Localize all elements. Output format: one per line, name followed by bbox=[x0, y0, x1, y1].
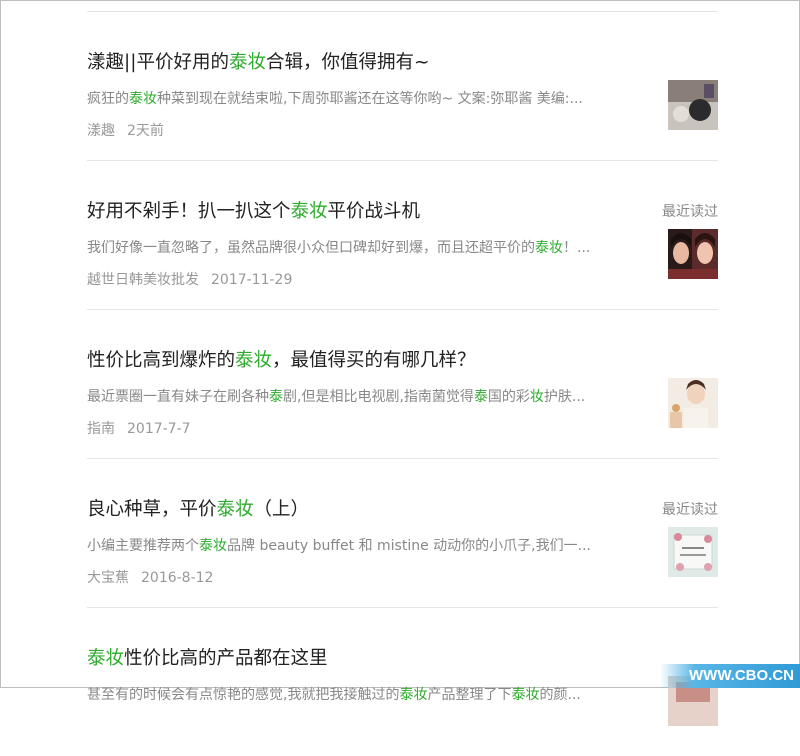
article-summary: 小编主要推荐两个泰妆品牌 beauty buffet 和 mistine 动动你… bbox=[87, 538, 591, 554]
article-source: 大宝蕉 bbox=[87, 570, 129, 586]
watermark: WWW.CBO.CN bbox=[660, 664, 800, 688]
article-meta: 越世日韩美妆批发 2017-11-29 bbox=[87, 269, 292, 289]
article-date: 2017-11-29 bbox=[211, 272, 293, 288]
article-title[interactable]: 漾趣||平价好用的泰妆合辑，你值得拥有~ bbox=[87, 48, 430, 74]
article-source: 漾趣 bbox=[87, 123, 115, 139]
article-thumbnail[interactable] bbox=[668, 527, 718, 577]
article-title[interactable]: 性价比高到爆炸的泰妆，最值得买的有哪几样？ bbox=[87, 346, 476, 372]
article-source: 越世日韩美妆批发 bbox=[87, 272, 199, 288]
article-thumbnail[interactable] bbox=[668, 80, 718, 130]
article-title[interactable]: 好用不剁手！扒一扒这个泰妆平价战斗机 bbox=[87, 197, 420, 223]
article-summary: 最近票圈一直有妹子在刷各种泰剧,但是相比电视剧,指南菌觉得泰国的彩妆护肤... bbox=[87, 389, 586, 405]
article-summary: 疯狂的泰妆种菜到现在就结束啦,下周弥耶酱还在这等你哟~ 文案:弥耶酱 美编:..… bbox=[87, 91, 583, 107]
list-item[interactable]: 漾趣||平价好用的泰妆合辑，你值得拥有~ 疯狂的泰妆种菜到现在就结束啦,下周弥耶… bbox=[87, 12, 718, 161]
recently-read-badge: 最近读过 bbox=[662, 502, 718, 518]
article-summary: 甚至有的时候会有点惊艳的感觉,我就把我接触过的泰妆产品整理了下泰妆的颜... bbox=[87, 687, 581, 703]
list-item[interactable]: 良心种草，平价泰妆（上） 最近读过 小编主要推荐两个泰妆品牌 beauty bu… bbox=[87, 459, 718, 608]
article-source: 指南 bbox=[87, 421, 115, 437]
article-meta: 大宝蕉 2016-8-12 bbox=[87, 567, 213, 587]
article-date: 2016-8-12 bbox=[141, 570, 214, 586]
list-item[interactable]: 好用不剁手！扒一扒这个泰妆平价战斗机 最近读过 我们好像一直忽略了，虽然品牌很小… bbox=[87, 161, 718, 310]
list-item[interactable]: 泰妆性价比高的产品都在这里 甚至有的时候会有点惊艳的感觉,我就把我接触过的泰妆产… bbox=[87, 608, 718, 756]
article-title[interactable]: 泰妆性价比高的产品都在这里 bbox=[87, 644, 328, 670]
article-title[interactable]: 良心种草，平价泰妆（上） bbox=[87, 495, 309, 521]
article-thumbnail[interactable] bbox=[668, 378, 718, 428]
article-thumbnail[interactable] bbox=[668, 229, 718, 279]
list-item[interactable]: 性价比高到爆炸的泰妆，最值得买的有哪几样？ 最近票圈一直有妹子在刷各种泰剧,但是… bbox=[87, 310, 718, 459]
article-date: 2017-7-7 bbox=[127, 421, 191, 437]
recently-read-badge: 最近读过 bbox=[662, 204, 718, 220]
article-meta: 指南 2017-7-7 bbox=[87, 418, 191, 438]
article-meta: 漾趣 2天前 bbox=[87, 120, 164, 140]
article-summary: 我们好像一直忽略了，虽然品牌很小众但口碑却好到爆，而且还超平价的泰妆！... bbox=[87, 240, 591, 256]
article-date: 2天前 bbox=[127, 123, 164, 139]
